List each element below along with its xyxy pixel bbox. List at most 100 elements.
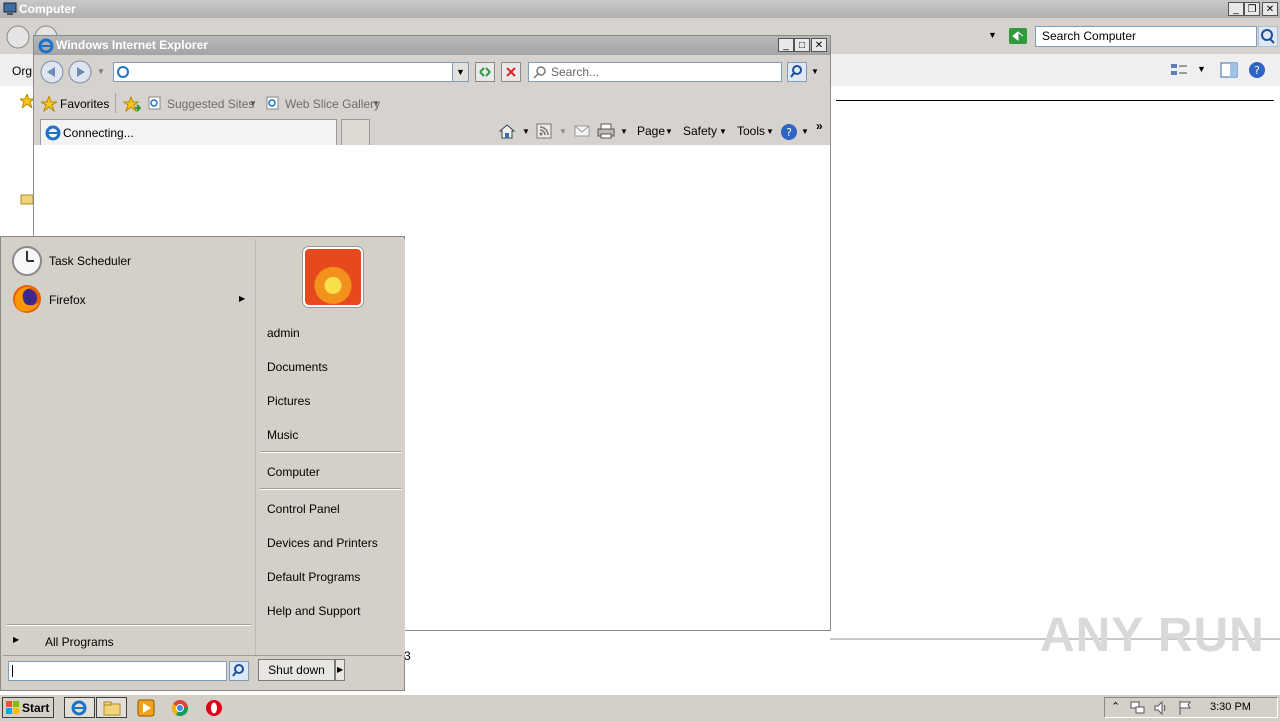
place-devices-printers[interactable]: Devices and Printers [267,536,378,550]
explorer-title: Computer [19,2,76,16]
ie-minimize-button[interactable]: _ [778,38,794,52]
taskbar: Start ⌃ 3:30 PM [0,694,1280,721]
place-computer[interactable]: Computer [267,465,320,479]
suggested-sites-dropdown-icon[interactable]: ▼ [249,99,257,108]
system-tray: ⌃ 3:30 PM [1104,697,1278,718]
program-task-scheduler[interactable]: Task Scheduler [7,245,251,277]
ie-maximize-button[interactable]: □ [794,38,810,52]
compat-refresh-icon[interactable] [475,62,495,82]
show-hidden-icons-icon[interactable]: ⌃ [1111,700,1120,713]
program-firefox[interactable]: Firefox ▶ [7,283,251,315]
svg-text:?: ? [786,126,792,139]
explorer-search-input[interactable]: Search Computer [1035,26,1257,47]
action-center-flag-icon[interactable] [1177,700,1193,716]
new-tab-button[interactable] [341,119,370,145]
arrow-right-icon: ▶ [13,635,20,644]
page-dropdown-icon[interactable]: ▼ [665,127,673,136]
shutdown-button[interactable]: Shut down [258,659,335,681]
favorites-divider [115,93,116,113]
history-dropdown-icon[interactable]: ▼ [97,67,105,76]
feeds-icon[interactable] [536,123,552,139]
chrome-icon[interactable] [171,699,189,717]
shutdown-label: Shut down [268,663,325,677]
tab-label: Connecting... [63,126,134,140]
organize-menu-partial[interactable]: Org [12,64,32,78]
ie-close-button[interactable]: ✕ [811,38,827,52]
home-dropdown-icon[interactable]: ▼ [522,127,530,136]
page-menu[interactable]: Page [637,124,665,138]
place-control-panel[interactable]: Control Panel [267,502,340,516]
opera-icon[interactable] [205,699,223,717]
chevron-more-icon[interactable]: » [816,119,823,133]
ie-tab-row: Connecting... ▼ ▼ ▼ Page ▼ Safety ▼ Tool… [34,117,830,145]
ie-address-input[interactable] [113,62,469,82]
minimize-button[interactable]: _ [1228,2,1244,16]
svg-text:?: ? [1254,64,1260,77]
web-slice-dropdown-icon[interactable]: ▼ [372,99,380,108]
text-caret [12,665,13,677]
ie-search-input[interactable]: Search... [528,62,782,82]
taskbar-explorer-button[interactable] [96,697,127,718]
address-dropdown-icon[interactable]: ▼ [988,30,997,40]
shutdown-options-button[interactable]: ▶ [335,659,345,681]
start-button[interactable]: Start [2,697,54,718]
ie-search-button-icon[interactable] [787,62,807,82]
refresh-icon[interactable] [1008,27,1028,45]
help-icon[interactable]: ? [1248,61,1266,79]
suggested-sites-link[interactable]: Suggested Sites [167,97,254,111]
taskbar-ie-button[interactable] [64,697,95,718]
close-button[interactable]: ✕ [1262,2,1278,16]
preview-pane-icon[interactable] [1220,62,1238,78]
all-programs-button[interactable]: ▶ All Programs [7,631,251,651]
watermark: ANY RUN [1040,609,1265,662]
place-music[interactable]: Music [267,428,298,442]
print-icon[interactable] [597,123,615,139]
address-dropdown-button[interactable]: ▼ [452,62,469,82]
view-dropdown-icon[interactable]: ▼ [1197,64,1206,74]
windows-logo-icon [6,701,19,714]
place-help-support[interactable]: Help and Support [267,604,360,618]
start-search-button-icon[interactable] [229,661,249,681]
user-avatar[interactable] [303,247,363,307]
web-slice-gallery-link[interactable]: Web Slice Gallery [285,97,380,111]
ie-title: Windows Internet Explorer [56,38,208,52]
search-options-dropdown-icon[interactable]: ▼ [811,67,819,76]
all-programs-separator [7,624,251,626]
place-default-programs[interactable]: Default Programs [267,570,360,584]
taskbar-clock[interactable]: 3:30 PM [1210,701,1251,713]
mail-icon[interactable] [574,124,590,138]
folder-icon [103,701,121,716]
stop-icon[interactable] [501,62,521,82]
ie-back-forward-icon[interactable] [39,59,95,85]
libraries-icon[interactable] [20,192,34,206]
favorites-button[interactable]: Favorites [60,97,109,111]
tab-connecting[interactable]: Connecting... [40,119,337,145]
feeds-dropdown-icon[interactable]: ▼ [559,127,567,136]
restore-button[interactable]: ❐ [1244,2,1260,16]
favorites-star-icon[interactable] [20,94,34,108]
print-dropdown-icon[interactable]: ▼ [620,127,628,136]
safety-menu[interactable]: Safety [683,124,717,138]
firefox-icon [13,285,41,313]
search-icon[interactable] [1258,26,1278,47]
place-pictures[interactable]: Pictures [267,394,310,408]
safety-dropdown-icon[interactable]: ▼ [719,127,727,136]
arrow-right-icon: ▶ [337,665,344,674]
place-admin[interactable]: admin [267,326,300,340]
home-icon[interactable] [498,123,516,139]
ie-page-icon [266,96,279,110]
help-dropdown-icon[interactable]: ▼ [801,127,809,136]
help-icon[interactable]: ? [780,123,798,141]
volume-icon[interactable] [1153,700,1169,716]
tools-dropdown-icon[interactable]: ▼ [766,127,774,136]
media-player-icon[interactable] [137,699,155,717]
place-documents[interactable]: Documents [267,360,328,374]
tools-menu[interactable]: Tools [737,124,765,138]
ie-page-icon [148,96,161,110]
view-options-icon[interactable] [1170,62,1188,78]
start-search-input[interactable] [8,661,227,681]
ie-logo-icon [45,125,61,141]
ie-logo-icon [38,38,54,54]
add-to-favorites-bar-icon[interactable] [123,96,141,112]
network-icon[interactable] [1130,700,1146,716]
